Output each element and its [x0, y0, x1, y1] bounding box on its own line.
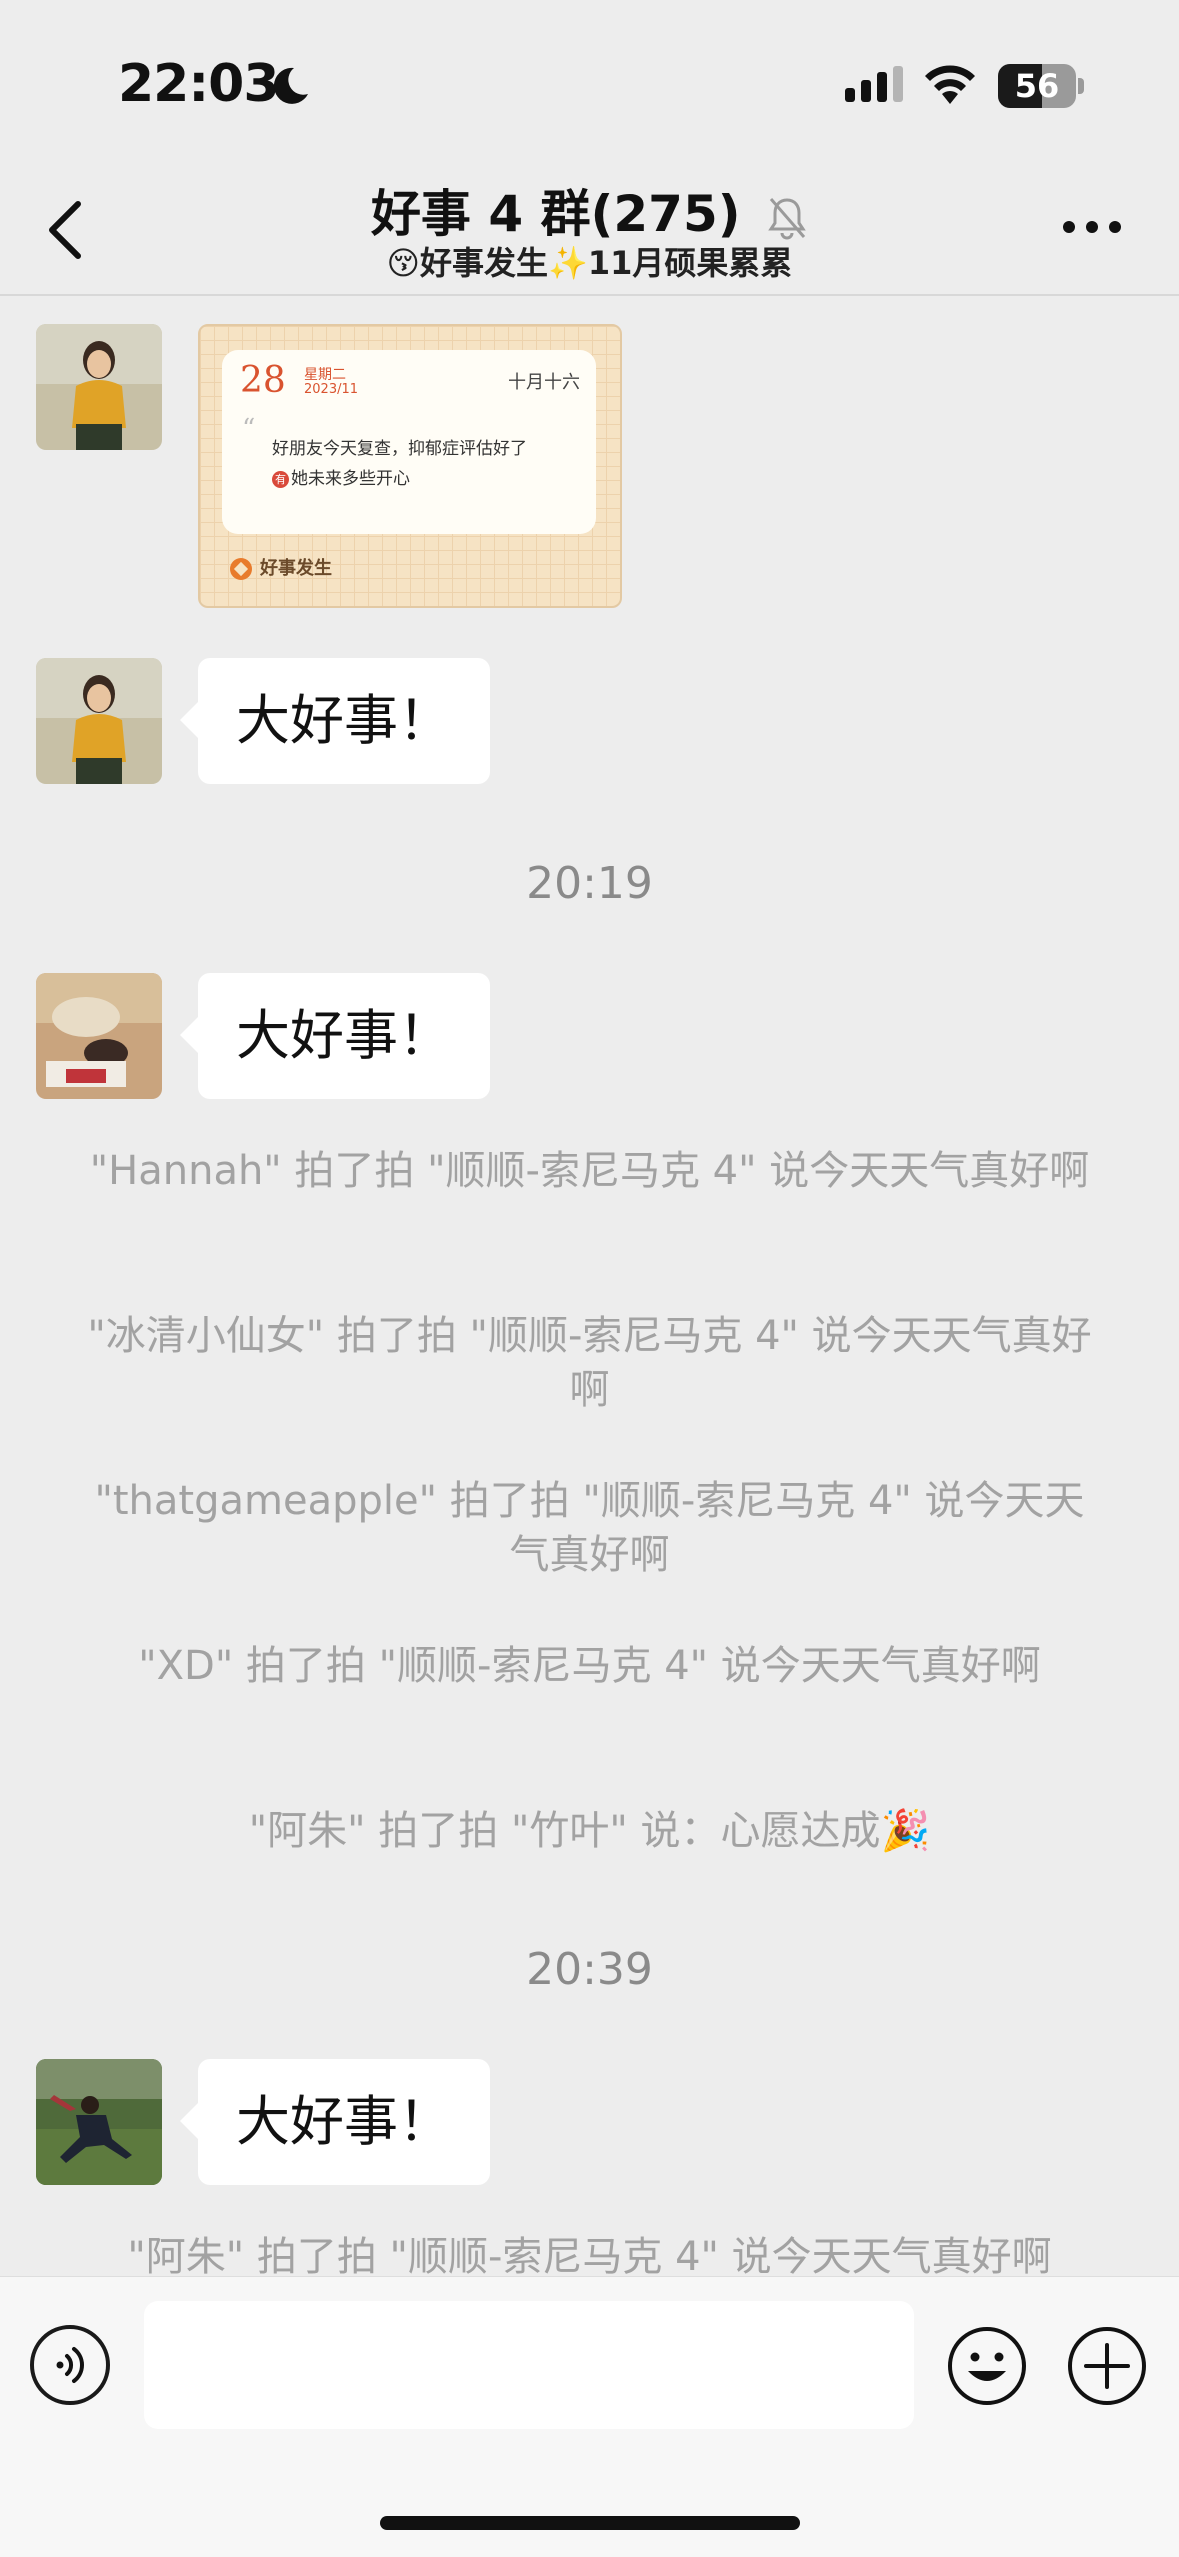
avatar[interactable]: [36, 324, 162, 450]
card-lunar-date: 十月十六: [508, 372, 580, 393]
card-footer: 好事发生: [230, 554, 332, 580]
time-divider: 20:19: [526, 858, 653, 909]
voice-icon: [56, 2347, 84, 2383]
pat-notification: "Hannah" 拍了拍 "顺顺-索尼马克 4" 说今天天气真好啊: [89, 1148, 1090, 1194]
home-indicator[interactable]: [380, 2516, 800, 2530]
plus-icon[interactable]: [1066, 2325, 1148, 2407]
pat-notification: "阿朱" 拍了拍 "竹叶" 说：心愿达成🎉: [248, 1808, 931, 1854]
emoji-icon[interactable]: [946, 2325, 1028, 2407]
card-text-line1: 好朋友今天复查，抑郁症评估好了: [272, 439, 527, 459]
message-bubble[interactable]: 大好事！: [180, 658, 490, 784]
card-content: 28 星期二 2023/11 十月十六 “ 好朋友今天复查，抑郁症评估好了 有她…: [222, 350, 596, 534]
card-footer-label: 好事发生: [260, 558, 332, 579]
card-logo-icon: [230, 558, 252, 580]
card-text-line2: 有她未来多些开心: [272, 464, 410, 489]
pat-notification: "XD" 拍了拍 "顺顺-索尼马克 4" 说今天天气真好啊: [138, 1643, 1041, 1689]
message-input[interactable]: [144, 2301, 914, 2429]
input-bar: [0, 2276, 1179, 2557]
good-news-card[interactable]: 28 星期二 2023/11 十月十六 “ 好朋友今天复查，抑郁症评估好了 有她…: [198, 324, 622, 608]
card-tag-icon: 有: [272, 470, 289, 488]
message-bubble[interactable]: 大好事！: [180, 973, 490, 1099]
pat-notification: "阿朱" 拍了拍 "顺顺-索尼马克 4" 说今天天气真好啊: [127, 2234, 1052, 2276]
avatar[interactable]: [36, 658, 162, 784]
pat-notification: "thatgameapple" 拍了拍 "顺顺-索尼马克 4" 说今天天气真好啊: [94, 1478, 1085, 1578]
card-date: 2023/11: [304, 382, 359, 397]
voice-button[interactable]: [30, 2325, 110, 2405]
card-text-line2-label: 她未来多些开心: [291, 469, 410, 489]
avatar[interactable]: [36, 2059, 162, 2185]
pat-notification: "冰清小仙女" 拍了拍 "顺顺-索尼马克 4" 说今天天气真好啊: [87, 1313, 1092, 1413]
time-divider: 20:39: [526, 1944, 653, 1995]
quote-icon: “: [242, 414, 256, 444]
card-weekday: 星期二: [304, 367, 346, 383]
message-bubble[interactable]: 大好事！: [180, 2059, 490, 2185]
card-day: 28: [240, 360, 286, 401]
message-list[interactable]: 28 星期二 2023/11 十月十六 “ 好朋友今天复查，抑郁症评估好了 有她…: [0, 0, 1179, 2276]
avatar[interactable]: [36, 973, 162, 1099]
